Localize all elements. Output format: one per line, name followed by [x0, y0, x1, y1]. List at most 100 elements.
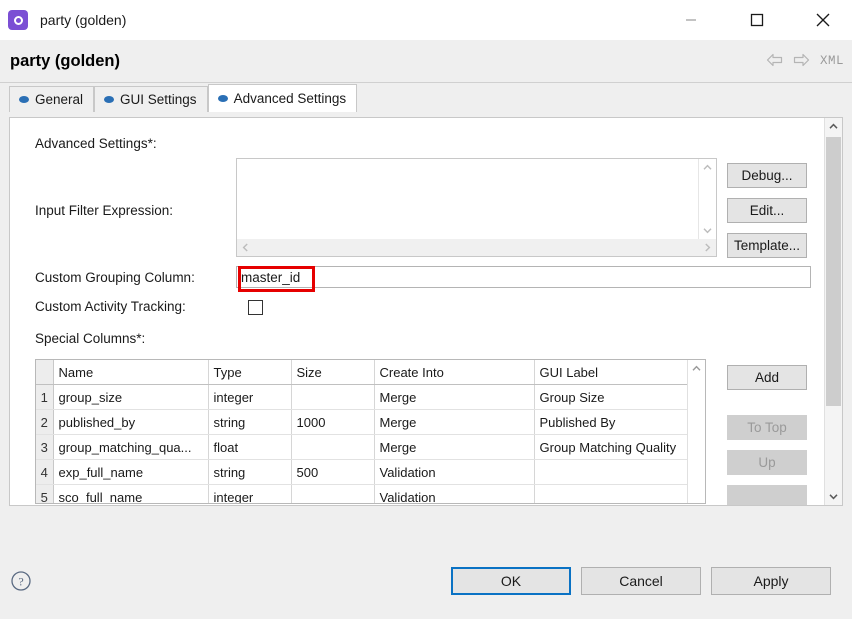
scroll-left-icon[interactable] [237, 239, 254, 256]
maximize-button[interactable] [734, 0, 780, 40]
tab-bullet-icon [217, 95, 228, 102]
cell-size[interactable]: 1000 [291, 409, 375, 435]
app-icon [8, 10, 28, 30]
special-columns-table[interactable]: Name Type Size Create Into GUI Label 1 g… [35, 359, 706, 504]
scroll-down-icon[interactable] [825, 488, 842, 505]
custom-activity-tracking-checkbox[interactable] [248, 300, 263, 315]
svg-text:?: ? [18, 575, 23, 589]
cell-type[interactable]: string [208, 459, 292, 485]
column-header-type[interactable]: Type [208, 360, 292, 385]
table-row[interactable]: 2 published_by string 1000 Merge Publish… [36, 409, 690, 435]
scroll-right-icon[interactable] [699, 239, 716, 256]
cell-gui-label[interactable] [534, 459, 690, 485]
tab-general[interactable]: General [9, 86, 95, 112]
cell-gui-label[interactable] [534, 484, 690, 503]
advanced-settings-panel: Advanced Settings*: Input Filter Express… [9, 117, 843, 506]
row-index: 2 [36, 409, 54, 435]
forward-arrow-icon[interactable] [793, 53, 810, 70]
column-header-index [36, 360, 54, 385]
input-filter-expression-field[interactable] [236, 158, 717, 257]
column-header-create-into[interactable]: Create Into [374, 360, 535, 385]
cell-name[interactable]: group_matching_qua... [53, 434, 209, 460]
edit-button[interactable]: Edit... [727, 198, 807, 223]
cell-gui-label[interactable]: Published By [534, 409, 690, 435]
scroll-down-icon[interactable] [699, 222, 716, 239]
column-header-size[interactable]: Size [291, 360, 375, 385]
cancel-button[interactable]: Cancel [581, 567, 701, 595]
table-vscrollbar[interactable] [687, 360, 705, 503]
row-index: 5 [36, 484, 54, 503]
table-row[interactable]: 5 sco_full_name integer Validation [36, 484, 690, 503]
cell-name[interactable]: published_by [53, 409, 209, 435]
cell-create-into[interactable]: Merge [374, 384, 535, 410]
cell-type[interactable]: integer [208, 384, 292, 410]
custom-grouping-column-input[interactable] [236, 266, 811, 288]
header-toolbar: XML [766, 40, 844, 82]
row-index: 4 [36, 459, 54, 485]
window-title: party (golden) [40, 12, 127, 28]
cell-name[interactable]: exp_full_name [53, 459, 209, 485]
custom-activity-tracking-label: Custom Activity Tracking: [35, 299, 186, 314]
special-columns-grid: Name Type Size Create Into GUI Label 1 g… [36, 360, 690, 503]
page-title: party (golden) [10, 51, 120, 70]
tab-bullet-icon [19, 96, 29, 103]
input-filter-expression-label: Input Filter Expression: [35, 203, 174, 218]
scroll-up-icon[interactable] [688, 360, 705, 377]
input-filter-expression-text[interactable] [237, 159, 699, 239]
cell-name[interactable]: group_size [53, 384, 209, 410]
cell-create-into[interactable]: Validation [374, 459, 535, 485]
advanced-settings-label: Advanced Settings*: [35, 136, 157, 151]
tab-label: Advanced Settings [233, 91, 347, 106]
cell-create-into[interactable]: Merge [374, 434, 535, 460]
scroll-up-icon[interactable] [825, 118, 842, 135]
apply-button[interactable]: Apply [711, 567, 831, 595]
cell-create-into[interactable]: Merge [374, 409, 535, 435]
to-top-button[interactable]: To Top [727, 415, 807, 440]
row-index: 3 [36, 434, 54, 460]
down-button[interactable] [727, 485, 807, 505]
back-arrow-icon[interactable] [766, 53, 783, 70]
page-header: party (golden) XML [0, 40, 852, 83]
cell-create-into[interactable]: Validation [374, 484, 535, 503]
add-button[interactable]: Add [727, 365, 807, 390]
table-row[interactable]: 4 exp_full_name string 500 Validation [36, 459, 690, 485]
xml-link[interactable]: XML [820, 54, 844, 68]
close-button[interactable] [800, 0, 846, 40]
column-header-gui-label[interactable]: GUI Label [534, 360, 690, 385]
table-row[interactable]: 1 group_size integer Merge Group Size [36, 384, 690, 410]
custom-grouping-column-label: Custom Grouping Column: [35, 270, 195, 285]
up-button[interactable]: Up [727, 450, 807, 475]
cell-type[interactable]: string [208, 409, 292, 435]
table-header-row: Name Type Size Create Into GUI Label [36, 360, 690, 385]
minimize-button[interactable] [668, 0, 714, 40]
template-button[interactable]: Template... [727, 233, 807, 258]
cell-type[interactable]: float [208, 434, 292, 460]
cell-size[interactable] [291, 384, 375, 410]
column-header-name[interactable]: Name [53, 360, 209, 385]
tab-bar: General GUI Settings Advanced Settings [0, 83, 852, 112]
cell-type[interactable]: integer [208, 484, 292, 503]
cell-size[interactable]: 500 [291, 459, 375, 485]
tab-gui-settings[interactable]: GUI Settings [94, 86, 208, 112]
tab-label: GUI Settings [120, 92, 197, 107]
debug-button[interactable]: Debug... [727, 163, 807, 188]
panel-content: Advanced Settings*: Input Filter Express… [10, 118, 816, 505]
cell-size[interactable] [291, 434, 375, 460]
cell-size[interactable] [291, 484, 375, 503]
tab-bullet-icon [104, 96, 115, 103]
panel-scroll-thumb[interactable] [826, 137, 841, 406]
special-columns-label: Special Columns*: [35, 331, 146, 346]
ok-button[interactable]: OK [451, 567, 571, 595]
table-row[interactable]: 3 group_matching_qua... float Merge Grou… [36, 434, 690, 460]
cell-gui-label[interactable]: Group Size [534, 384, 690, 410]
row-index: 1 [36, 384, 54, 410]
cell-name[interactable]: sco_full_name [53, 484, 209, 503]
help-icon[interactable]: ? [10, 570, 32, 592]
input-filter-expression-hscrollbar[interactable] [237, 239, 716, 256]
cell-gui-label[interactable]: Group Matching Quality [534, 434, 690, 460]
input-filter-expression-vscrollbar[interactable] [698, 159, 716, 239]
dialog-footer: ? OK Cancel Apply [0, 506, 852, 619]
tab-advanced-settings[interactable]: Advanced Settings [207, 84, 358, 112]
panel-vscrollbar[interactable] [824, 118, 842, 505]
scroll-up-icon[interactable] [699, 159, 716, 176]
